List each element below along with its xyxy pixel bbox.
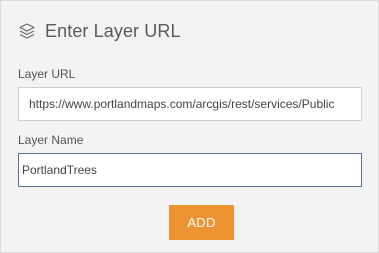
layer-name-input[interactable] bbox=[18, 153, 362, 187]
layer-url-input[interactable] bbox=[18, 87, 362, 121]
panel-header: Enter Layer URL bbox=[18, 18, 181, 44]
enter-layer-url-panel: Enter Layer URL Layer URL Layer Name ADD bbox=[0, 0, 379, 253]
layers-icon bbox=[18, 22, 36, 40]
panel-title: Enter Layer URL bbox=[45, 20, 181, 41]
layer-name-label: Layer Name bbox=[18, 133, 84, 147]
layer-url-label: Layer URL bbox=[18, 67, 76, 81]
add-button[interactable]: ADD bbox=[169, 205, 234, 240]
